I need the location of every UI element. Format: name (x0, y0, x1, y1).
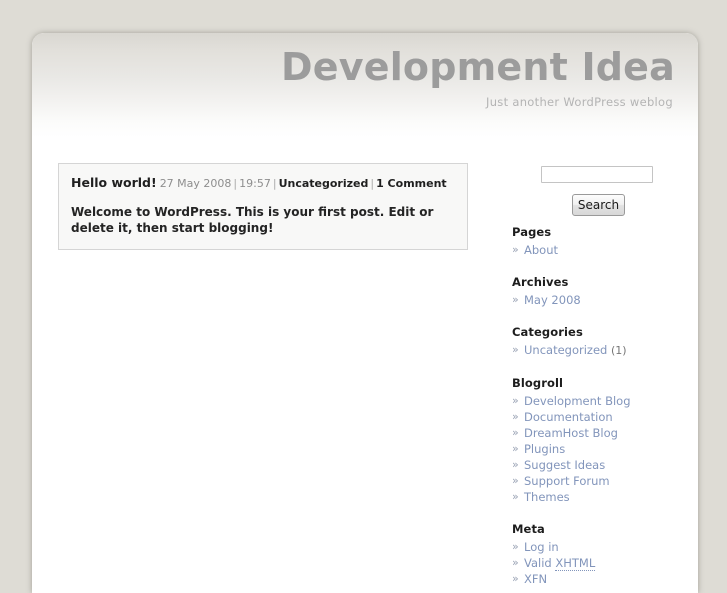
post-title-link[interactable]: Hello world! (71, 175, 157, 190)
post-entry: Hello world! 27 May 2008 | 19:57 | Uncategori… (58, 163, 468, 250)
sidebar-link[interactable]: XFN (524, 572, 547, 586)
list-item: » Support Forum (512, 473, 692, 489)
bullet-icon: » (512, 572, 519, 585)
widget-title: Blogroll (512, 376, 564, 390)
sidebar-widget-area: Pages » About Archives » May 2008 Categories » U… (512, 225, 692, 587)
main-content: Hello world! 27 May 2008 | 19:57 | Uncategori… (58, 163, 470, 250)
widget-list: » Development Blog » Documentation » DreamHos… (512, 393, 692, 505)
sidebar-link[interactable]: Suggest Ideas (524, 458, 605, 472)
bullet-icon: » (512, 474, 519, 487)
meta-separator-2: | (272, 177, 277, 190)
widget-list: » May 2008 (512, 292, 692, 308)
widget-meta: Meta » Log in » Valid XHTML » XFN (512, 522, 692, 587)
site-description: Just another WordPress weblog (486, 95, 673, 109)
widget-archives: Archives » May 2008 (512, 275, 692, 308)
bullet-icon: » (512, 442, 519, 455)
bullet-icon: » (512, 394, 519, 407)
list-item: » Plugins (512, 441, 692, 457)
sidebar-link[interactable]: Themes (524, 490, 570, 504)
sidebar-link[interactable]: Plugins (524, 442, 565, 456)
sidebar-link[interactable]: DreamHost Blog (524, 426, 618, 440)
list-item: » Documentation (512, 409, 692, 425)
post-time: 19:57 (239, 177, 271, 190)
bullet-icon: » (512, 343, 519, 356)
sidebar-link[interactable]: Log in (524, 540, 559, 554)
post-comments-link[interactable]: 1 Comment (376, 177, 447, 190)
list-item: » May 2008 (512, 292, 692, 308)
bullet-icon: » (512, 426, 519, 439)
bullet-icon: » (512, 410, 519, 423)
list-item: » Uncategorized (1) (512, 342, 692, 359)
sidebar-link[interactable]: May 2008 (524, 293, 581, 307)
widget-blogroll: Blogroll» Development Blog» Documentation»… (512, 376, 692, 505)
page-container: Development Idea Just another WordPress … (32, 33, 698, 593)
sidebar-link[interactable]: Uncategorized (524, 343, 607, 357)
list-item: » XFN (512, 571, 692, 587)
sidebar-link[interactable]: Support Forum (524, 474, 610, 488)
post-meta-line: Hello world! 27 May 2008 | 19:57 | Uncategori… (71, 175, 455, 191)
post-body: Welcome to WordPress. This is your first… (71, 205, 434, 235)
search-button[interactable]: Search (572, 194, 625, 216)
bullet-icon: » (512, 490, 519, 503)
widget-list: » Uncategorized (1) (512, 342, 692, 359)
bullet-icon: » (512, 243, 519, 256)
list-item: » Themes (512, 489, 692, 505)
list-item: » DreamHost Blog (512, 425, 692, 441)
list-item: » Suggest Ideas (512, 457, 692, 473)
bullet-icon: » (512, 458, 519, 471)
post-date: 27 May 2008 (159, 177, 232, 190)
sidebar-link[interactable]: Valid XHTML (524, 556, 596, 571)
widget-title: Categories (512, 325, 583, 339)
site-title[interactable]: Development Idea (115, 45, 675, 89)
bullet-icon: » (512, 556, 519, 569)
sidebar-link[interactable]: Development Blog (524, 394, 631, 408)
widget-list: » About (512, 242, 692, 258)
widget-categories: Categories » Uncategorized (1) (512, 325, 692, 359)
list-item: » About (512, 242, 692, 258)
sidebar-link[interactable]: About (524, 243, 558, 257)
search-input[interactable] (541, 166, 653, 183)
bullet-icon: » (512, 293, 519, 306)
bullet-icon: » (512, 540, 519, 553)
sidebar: Search Pages » About Archives » May 2008 Categ… (512, 163, 692, 593)
widget-title: Pages (512, 225, 552, 239)
search-widget: Search (512, 163, 692, 225)
xhtml-abbr: XHTML (555, 556, 596, 571)
widget-title: Meta (512, 522, 545, 536)
post-category-link[interactable]: Uncategorized (279, 177, 369, 190)
sidebar-link[interactable]: Documentation (524, 410, 613, 424)
widget-pages: Pages » About (512, 225, 692, 258)
site-header: Development Idea Just another WordPress … (115, 45, 675, 109)
meta-separator-1: | (233, 177, 238, 190)
widget-title: Archives (512, 275, 569, 289)
list-item: » Log in (512, 539, 692, 555)
list-item: » Development Blog (512, 393, 692, 409)
widget-list: » Log in » Valid XHTML » XFN (512, 539, 692, 587)
list-item: » Valid XHTML (512, 555, 692, 571)
item-count: (1) (611, 344, 627, 357)
meta-separator-3: | (370, 177, 375, 190)
